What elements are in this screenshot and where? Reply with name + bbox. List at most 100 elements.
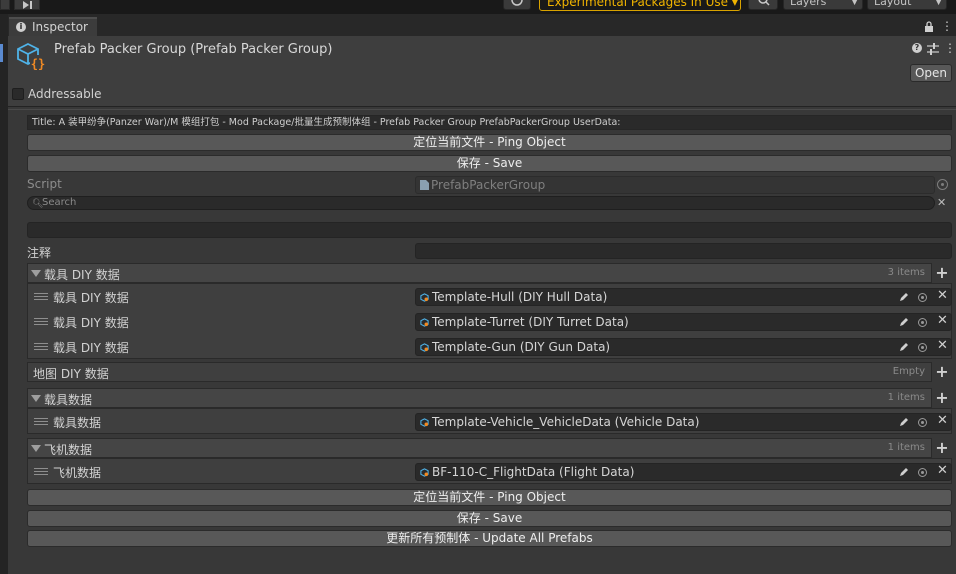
clear-search-icon[interactable]: ✕: [937, 196, 946, 210]
tab-menu-icon[interactable]: ⋮: [941, 20, 953, 32]
object-picker-icon[interactable]: [915, 341, 929, 355]
add-map-diy-item-button[interactable]: +: [932, 362, 952, 382]
asset-title: Prefab Packer Group (Prefab Packer Group…: [54, 42, 333, 57]
component-menu-icon[interactable]: ⋮: [944, 42, 956, 54]
preset-settings-icon[interactable]: [927, 43, 939, 55]
history-icon: [511, 0, 523, 6]
vehicle-list-count: 1 items: [887, 392, 925, 403]
diy-item-field[interactable]: Template-Hull (DIY Hull Data): [415, 288, 952, 306]
search-placeholder: Search: [42, 197, 77, 208]
tab-inspector[interactable]: i Inspector: [9, 17, 97, 36]
step-button[interactable]: [14, 0, 40, 10]
remove-item-icon[interactable]: ✕: [937, 314, 948, 328]
flight-item-field[interactable]: BF-110-C_FlightData (Flight Data): [415, 463, 952, 481]
object-picker-icon[interactable]: [915, 316, 929, 330]
map-diy-list-count: Empty: [892, 366, 925, 377]
scriptable-object-icon: [420, 343, 429, 352]
scriptable-object-icon: [420, 468, 429, 477]
drag-handle-icon[interactable]: [34, 293, 48, 301]
addressable-label: Addressable: [28, 87, 102, 101]
layout-label: Layout: [874, 0, 912, 8]
foldout-arrow-icon[interactable]: [31, 445, 41, 452]
layers-dropdown[interactable]: Layers ▼: [783, 0, 863, 10]
edit-pencil-icon[interactable]: [898, 291, 910, 303]
add-diy-item-button[interactable]: +: [932, 263, 952, 283]
save-button[interactable]: 保存 - Save: [27, 155, 952, 172]
remove-item-icon[interactable]: ✕: [937, 339, 948, 353]
diy-item-field[interactable]: Template-Gun (DIY Gun Data): [415, 338, 952, 356]
experimental-packages-warning[interactable]: Experimental Packages In Use ▾: [539, 0, 741, 11]
info-icon: i: [16, 22, 26, 32]
ping-object-button[interactable]: 定位当前文件 - Ping Object: [27, 134, 952, 151]
history-button[interactable]: [503, 0, 531, 10]
drag-handle-icon[interactable]: [34, 318, 48, 326]
object-picker-icon[interactable]: [915, 291, 929, 305]
help-icon[interactable]: ?: [912, 43, 922, 53]
diy-item-field[interactable]: Template-Turret (DIY Turret Data): [415, 313, 952, 331]
layers-label: Layers: [790, 0, 827, 8]
diy-item-label: 载具 DIY 数据: [53, 341, 129, 355]
script-label: Script: [27, 177, 62, 191]
script-field: PrefabPackerGroup: [415, 176, 935, 194]
footer-save-button[interactable]: 保存 - Save: [27, 510, 952, 527]
diy-item-label: 载具 DIY 数据: [53, 316, 129, 330]
update-all-prefabs-button[interactable]: 更新所有预制体 - Update All Prefabs: [27, 530, 952, 547]
scriptable-object-icon: [420, 318, 429, 327]
vehicle-list-title: 载具数据: [44, 393, 93, 407]
drag-handle-icon[interactable]: [34, 468, 48, 476]
edit-pencil-icon[interactable]: [898, 416, 910, 428]
add-flight-item-button[interactable]: +: [932, 438, 952, 458]
vehicle-list-header[interactable]: 载具数据 1 items: [27, 388, 932, 408]
edit-pencil-icon[interactable]: [898, 341, 910, 353]
search-icon: [758, 0, 770, 6]
vehicle-item-label: 载具数据: [53, 416, 102, 430]
edit-pencil-icon[interactable]: [898, 466, 910, 478]
edit-pencil-icon[interactable]: [898, 316, 910, 328]
pause-button[interactable]: [0, 0, 10, 10]
map-diy-list-header[interactable]: 地图 DIY 数据 Empty: [27, 362, 932, 382]
footer-ping-object-button[interactable]: 定位当前文件 - Ping Object: [27, 489, 952, 506]
chevron-down-icon: ▼: [851, 0, 858, 7]
diy-list-header[interactable]: 载具 DIY 数据 3 items: [27, 263, 932, 283]
diy-item-label: 载具 DIY 数据: [53, 291, 129, 305]
foldout-arrow-icon[interactable]: [31, 395, 41, 402]
drag-handle-icon[interactable]: [34, 418, 48, 426]
header-divider-light: [8, 109, 956, 110]
add-vehicle-item-button[interactable]: +: [932, 388, 952, 408]
lock-icon[interactable]: [924, 21, 934, 33]
vehicle-item-field[interactable]: Template-Vehicle_VehicleData (Vehicle Da…: [415, 413, 952, 431]
object-picker-icon[interactable]: [937, 179, 948, 190]
addressable-checkbox[interactable]: [12, 88, 24, 100]
prefab-asset-icon: {}: [17, 42, 46, 71]
diy-list-title: 载具 DIY 数据: [44, 268, 120, 282]
flight-list-header[interactable]: 飞机数据 1 items: [27, 438, 932, 458]
layout-dropdown[interactable]: Layout ▼: [867, 0, 947, 10]
flight-list-count: 1 items: [887, 442, 925, 453]
scriptable-object-icon: [420, 418, 429, 427]
diy-list-count: 3 items: [887, 267, 925, 278]
step-icon: [23, 1, 32, 9]
diy-item-value: Template-Turret (DIY Turret Data): [432, 315, 629, 329]
search-input[interactable]: 🔍︎ Search: [27, 196, 935, 210]
object-picker-icon[interactable]: [915, 416, 929, 430]
diy-item-value: Template-Gun (DIY Gun Data): [432, 340, 611, 354]
left-panel-edge: [0, 14, 8, 574]
svg-text:{}: {}: [31, 57, 45, 71]
object-picker-icon[interactable]: [915, 466, 929, 480]
note-label: 注释: [27, 246, 52, 260]
remove-item-icon[interactable]: ✕: [937, 464, 948, 478]
open-button[interactable]: Open: [910, 64, 952, 82]
text-area-field[interactable]: [27, 222, 952, 238]
remove-item-icon[interactable]: ✕: [937, 289, 948, 303]
foldout-arrow-icon[interactable]: [31, 270, 41, 277]
flight-item-value: BF-110-C_FlightData (Flight Data): [432, 465, 635, 479]
note-input[interactable]: [415, 243, 952, 259]
remove-item-icon[interactable]: ✕: [937, 414, 948, 428]
diy-item-value: Template-Hull (DIY Hull Data): [432, 290, 608, 304]
flight-item-label: 飞机数据: [53, 466, 102, 480]
map-diy-list-title: 地图 DIY 数据: [33, 367, 109, 381]
drag-handle-icon[interactable]: [34, 343, 48, 351]
scriptable-object-icon: [420, 293, 429, 302]
search-button[interactable]: [748, 0, 778, 10]
header-divider: [8, 106, 956, 107]
